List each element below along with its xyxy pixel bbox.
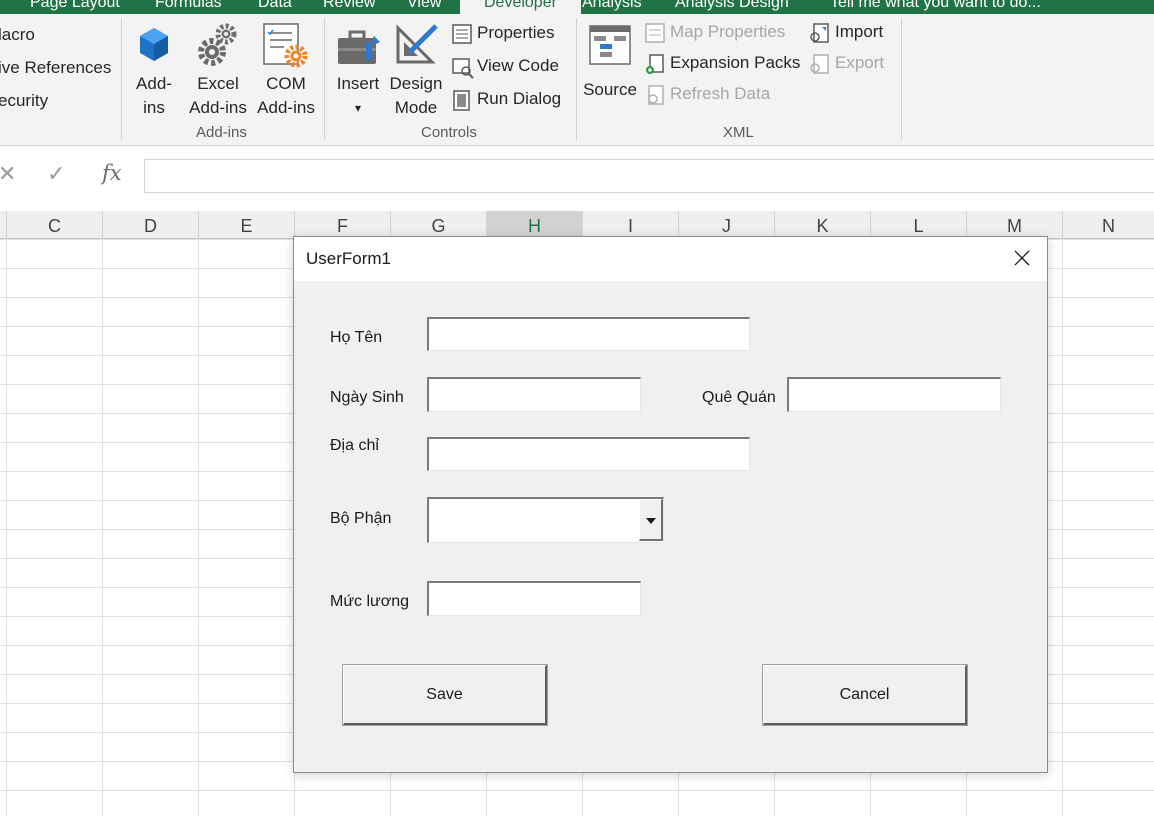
record-macro-button[interactable]: lacro	[0, 25, 35, 45]
tab-view[interactable]: View	[407, 0, 441, 12]
expansion-packs-icon	[646, 54, 664, 74]
view-code-icon	[452, 58, 474, 79]
toolbox-icon	[338, 30, 380, 64]
dia-chi-label: Địa chỉ	[330, 437, 379, 454]
tab-analysis[interactable]: Analysis	[582, 0, 642, 12]
xml-source-icon	[589, 25, 631, 65]
cancel-button[interactable]: Cancel	[762, 664, 968, 726]
column-header-partial	[0, 211, 7, 239]
com-addins-icon	[263, 23, 308, 68]
use-relative-references-button[interactable]: ive References	[0, 58, 111, 78]
tab-developer[interactable]: Developer	[460, 0, 581, 14]
column-header-c[interactable]: C	[7, 211, 103, 239]
close-icon[interactable]	[1011, 247, 1033, 269]
column-header-i[interactable]: I	[583, 211, 679, 239]
cancel-entry-icon[interactable]: ✕	[0, 161, 16, 187]
group-separator	[121, 18, 122, 140]
tab-formulas[interactable]: Formulas	[155, 0, 222, 12]
column-header-f[interactable]: F	[295, 211, 391, 239]
ngay-sinh-textbox[interactable]	[427, 377, 641, 412]
refresh-data-icon	[648, 85, 664, 105]
tell-me-search[interactable]: Tell me what you want to do...	[830, 0, 1041, 12]
macro-security-button[interactable]: ecurity	[0, 91, 48, 111]
dropdown-button[interactable]	[639, 499, 663, 541]
confirm-entry-icon[interactable]: ✓	[47, 161, 65, 187]
group-separator	[576, 18, 577, 140]
chevron-down-icon	[646, 518, 656, 524]
tab-data[interactable]: Data	[258, 0, 292, 12]
addins-cube-icon	[140, 28, 168, 61]
ngay-sinh-label: Ngày Sinh	[330, 389, 404, 406]
column-header-m[interactable]: M	[967, 211, 1063, 239]
column-header-k[interactable]: K	[775, 211, 871, 239]
xml-group-label: XML	[723, 124, 754, 141]
muc-luong-textbox[interactable]	[427, 581, 641, 616]
column-header-d[interactable]: D	[103, 211, 199, 239]
bo-phan-label: Bộ Phận	[330, 510, 392, 527]
column-header-l[interactable]: L	[871, 211, 967, 239]
tab-review[interactable]: Review	[323, 0, 375, 12]
userform-dialog: UserForm1 Họ Tên Ngày Sinh Quê Quán Địa …	[293, 236, 1048, 773]
ho-ten-textbox[interactable]	[427, 317, 750, 351]
dialog-titlebar[interactable]: UserForm1	[294, 237, 1047, 281]
run-dialog-icon	[453, 90, 470, 111]
properties-icon	[452, 24, 472, 44]
column-header-j[interactable]: J	[679, 211, 775, 239]
save-button[interactable]: Save	[342, 664, 548, 726]
formula-input[interactable]	[144, 159, 1154, 193]
bo-phan-combobox[interactable]	[427, 497, 664, 543]
tab-analysis-design[interactable]: Analysis Design	[675, 0, 789, 12]
column-header-e[interactable]: E	[199, 211, 295, 239]
column-header-h[interactable]: H	[487, 211, 583, 239]
excel-addins-gear-icon	[198, 23, 237, 66]
tab-page-layout[interactable]: Page Layout	[30, 0, 120, 12]
ribbon: lacro ive References ecurity Add- ins Ex…	[0, 14, 1154, 146]
design-mode-icon	[396, 24, 438, 64]
dialog-title: UserForm1	[306, 249, 392, 268]
group-separator	[324, 18, 325, 140]
muc-luong-label: Mức lương	[330, 593, 410, 610]
formula-bar: ✕ ✓ fx	[0, 147, 1154, 211]
column-header-g[interactable]: G	[391, 211, 487, 239]
ho-ten-label: Họ Tên	[330, 329, 383, 346]
insert-function-icon[interactable]: fx	[102, 161, 122, 185]
group-separator	[901, 18, 902, 140]
ribbon-tab-bar: Page Layout Formulas Data Review View De…	[0, 0, 1154, 14]
que-quan-textbox[interactable]	[787, 377, 1001, 412]
dia-chi-textbox[interactable]	[427, 437, 750, 471]
controls-group-label: Controls	[421, 124, 477, 141]
chevron-down-icon: ▾	[354, 101, 362, 115]
que-quan-label: Quê Quán	[702, 389, 776, 406]
map-properties-icon	[645, 23, 665, 43]
addins-group-label: Add-ins	[196, 124, 247, 141]
export-icon	[810, 54, 829, 74]
column-header-n[interactable]: N	[1063, 211, 1154, 239]
import-icon	[810, 23, 829, 43]
